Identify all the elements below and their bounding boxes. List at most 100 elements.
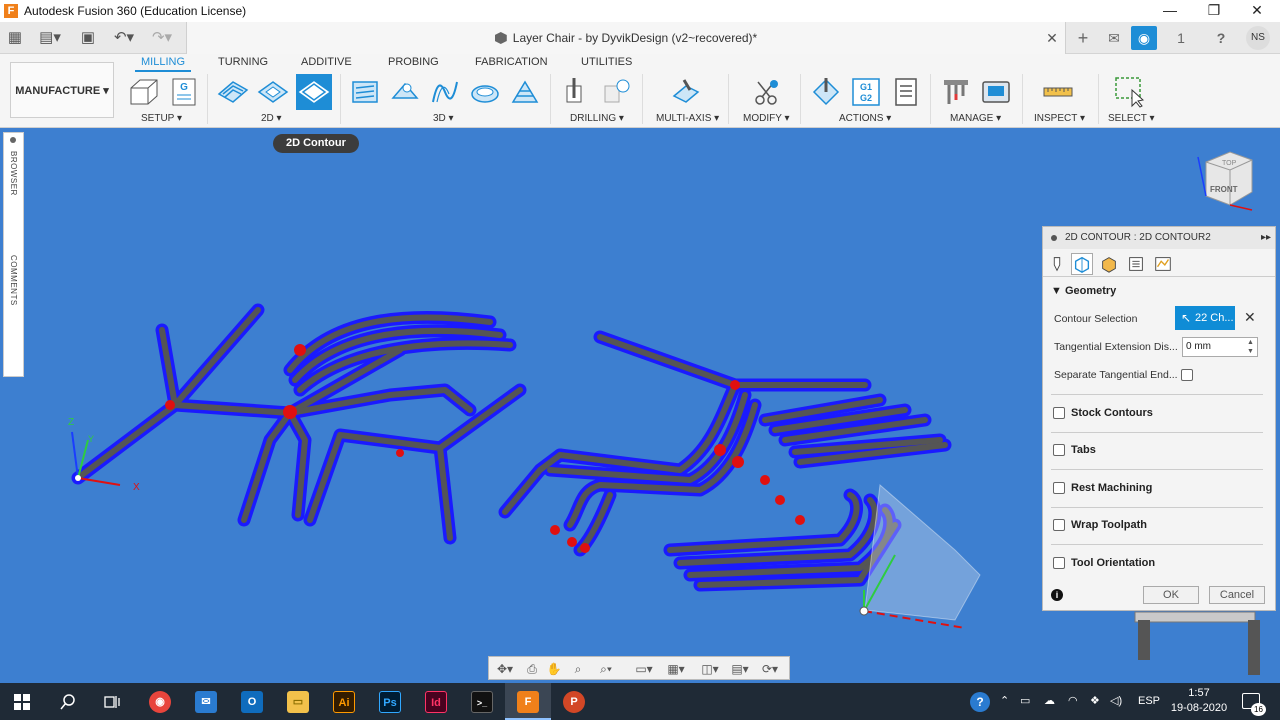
machine-library-icon[interactable] [980, 76, 1012, 108]
tab-milling[interactable]: MILLING [134, 56, 192, 72]
file-menu-icon[interactable]: ▤▾ [36, 28, 64, 48]
taskbar-indesign[interactable]: Id [413, 683, 459, 720]
look-at-icon[interactable]: ⎙ [523, 660, 541, 678]
ok-button[interactable]: OK [1143, 586, 1199, 604]
tab-fabrication[interactable]: FABRICATION [475, 56, 548, 68]
document-tab[interactable]: Layer Chair - by DyvikDesign (v2~recover… [186, 22, 1066, 54]
window-select-icon[interactable] [1114, 76, 1146, 108]
help-tray-icon[interactable]: ? [970, 692, 990, 712]
viewcube-top-label[interactable]: TOP [1222, 160, 1237, 167]
workspace-switcher[interactable]: MANUFACTURE ▾ [10, 62, 114, 118]
environment-icon[interactable]: ▤▾ [727, 660, 753, 678]
inspect-group-label[interactable]: INSPECT ▾ [1034, 113, 1085, 124]
tab-turning[interactable]: TURNING [218, 56, 268, 68]
tab-additive[interactable]: ADDITIVE [301, 56, 352, 68]
viewports-icon[interactable]: ◫▾ [697, 660, 723, 678]
measure-icon[interactable] [1042, 76, 1074, 108]
2d-contour-icon[interactable] [298, 76, 330, 108]
data-panel-grid-icon[interactable]: ▦ [6, 28, 24, 48]
job-status-icon[interactable]: ◉ [1131, 26, 1157, 50]
wrap-toolpath-label[interactable]: Wrap Toolpath [1071, 519, 1147, 531]
fit-zoom-icon[interactable]: ⌕▾ [593, 660, 619, 678]
taskbar-terminal[interactable]: >_ [459, 683, 505, 720]
contour-3d-icon[interactable] [509, 76, 541, 108]
3d-group-label[interactable]: 3D ▾ [433, 113, 454, 124]
chat-icon[interactable]: ✉ [1101, 26, 1127, 50]
new-setup-icon[interactable] [128, 76, 160, 108]
windows-start-icon[interactable] [14, 694, 30, 710]
drilling-group-label[interactable]: DRILLING ▾ [570, 113, 624, 124]
comments-label[interactable]: COMMENTS [9, 255, 18, 306]
parallel-icon[interactable] [429, 76, 461, 108]
wifi-icon[interactable]: ◠ [1068, 683, 1078, 720]
2d-adaptive-icon[interactable] [217, 76, 249, 108]
setup-sheet-report-icon[interactable] [890, 76, 922, 108]
passes-tab-icon[interactable] [1125, 253, 1147, 275]
manage-group-label[interactable]: MANAGE ▾ [950, 113, 1001, 124]
notifications-icon[interactable]: 1 [1166, 26, 1196, 50]
tool-orientation-checkbox[interactable] [1053, 557, 1065, 569]
volume-icon[interactable]: ◁) [1110, 683, 1122, 720]
clock[interactable]: 1:57 19-08-2020 [1168, 686, 1230, 716]
browser-comments-strip[interactable]: BROWSER COMMENTS [3, 132, 24, 377]
setup-group-label[interactable]: SETUP ▾ [141, 113, 182, 124]
3d-pocket-icon[interactable] [389, 76, 421, 108]
tool-orientation-label[interactable]: Tool Orientation [1071, 557, 1155, 569]
clear-selection-icon[interactable]: ✕ [1244, 309, 1256, 326]
tool-tab-icon[interactable] [1046, 253, 1068, 275]
taskbar-mail[interactable]: ✉ [183, 683, 229, 720]
save-icon[interactable]: ▣ [78, 28, 98, 48]
taskbar-outlook[interactable]: O [229, 683, 275, 720]
cancel-button[interactable]: Cancel [1209, 586, 1265, 604]
close-window-button[interactable]: ✕ [1234, 0, 1280, 22]
refresh-view-icon[interactable]: ⟳▾ [757, 660, 783, 678]
rest-machining-label[interactable]: Rest Machining [1071, 482, 1152, 494]
onedrive-icon[interactable]: ☁ [1044, 683, 1055, 720]
viewcube-front-label[interactable]: FRONT [1210, 185, 1238, 194]
task-view-icon[interactable] [104, 694, 120, 710]
expand-dialog-icon[interactable]: ▸▸ [1261, 227, 1271, 249]
taskbar-fusion360[interactable]: F [505, 683, 551, 720]
info-icon[interactable]: i [1051, 589, 1063, 601]
redo-icon[interactable]: ↷▾ [146, 28, 178, 48]
simulate-icon[interactable] [810, 76, 842, 108]
tabs-checkbox[interactable] [1053, 444, 1065, 456]
grid-settings-icon[interactable]: ▦▾ [663, 660, 689, 678]
display-settings-icon[interactable]: ▭▾ [631, 660, 657, 678]
separate-tangential-checkbox[interactable] [1181, 369, 1193, 381]
viewcube[interactable]: TOP FRONT [1197, 151, 1253, 211]
language-indicator[interactable]: ESP [1138, 683, 1160, 720]
taskbar-illustrator[interactable]: Ai [321, 683, 367, 720]
undo-icon[interactable]: ↶▾ [108, 28, 140, 48]
select-group-label[interactable]: SELECT ▾ [1108, 113, 1155, 124]
tray-overflow-icon[interactable]: ⌃ [1000, 683, 1009, 720]
modify-scissors-icon[interactable] [750, 76, 782, 108]
restore-button[interactable]: ❐ [1191, 0, 1237, 22]
dialog-header[interactable]: 2D CONTOUR : 2D CONTOUR2 ▸▸ [1043, 227, 1275, 249]
taskbar-chrome[interactable]: ◉ [137, 683, 183, 720]
stock-contours-label[interactable]: Stock Contours [1071, 407, 1153, 419]
tab-probing[interactable]: PROBING [388, 56, 439, 68]
new-tab-button[interactable]: + [1070, 26, 1096, 50]
orbit-pan-icon[interactable]: ✥▾ [493, 660, 517, 678]
pan-hand-icon[interactable]: ✋ [545, 660, 563, 678]
modify-group-label[interactable]: MODIFY ▾ [743, 113, 790, 124]
multi-axis-group-label[interactable]: MULTI-AXIS ▾ [656, 113, 719, 124]
stock-contours-checkbox[interactable] [1053, 407, 1065, 419]
3d-adaptive-icon[interactable] [349, 76, 381, 108]
wrap-toolpath-checkbox[interactable] [1053, 519, 1065, 531]
scallop-icon[interactable] [469, 76, 501, 108]
taskbar-powerpoint[interactable]: P [551, 683, 597, 720]
close-tab-icon[interactable]: ✕ [1045, 22, 1059, 54]
post-process-icon[interactable]: G1G2 [850, 76, 882, 108]
taskbar-photoshop[interactable]: Ps [367, 683, 413, 720]
linking-tab-icon[interactable] [1152, 253, 1174, 275]
geometry-tab-icon[interactable] [1071, 253, 1093, 275]
multi-axis-icon[interactable] [670, 76, 702, 108]
zoom-icon[interactable]: ⌕ [569, 660, 587, 678]
tabs-label[interactable]: Tabs [1071, 444, 1096, 456]
spinner-icon[interactable]: ▲ ▼ [1247, 338, 1254, 356]
heights-tab-icon[interactable] [1098, 253, 1120, 275]
bore-icon[interactable] [601, 76, 633, 108]
rest-machining-checkbox[interactable] [1053, 482, 1065, 494]
